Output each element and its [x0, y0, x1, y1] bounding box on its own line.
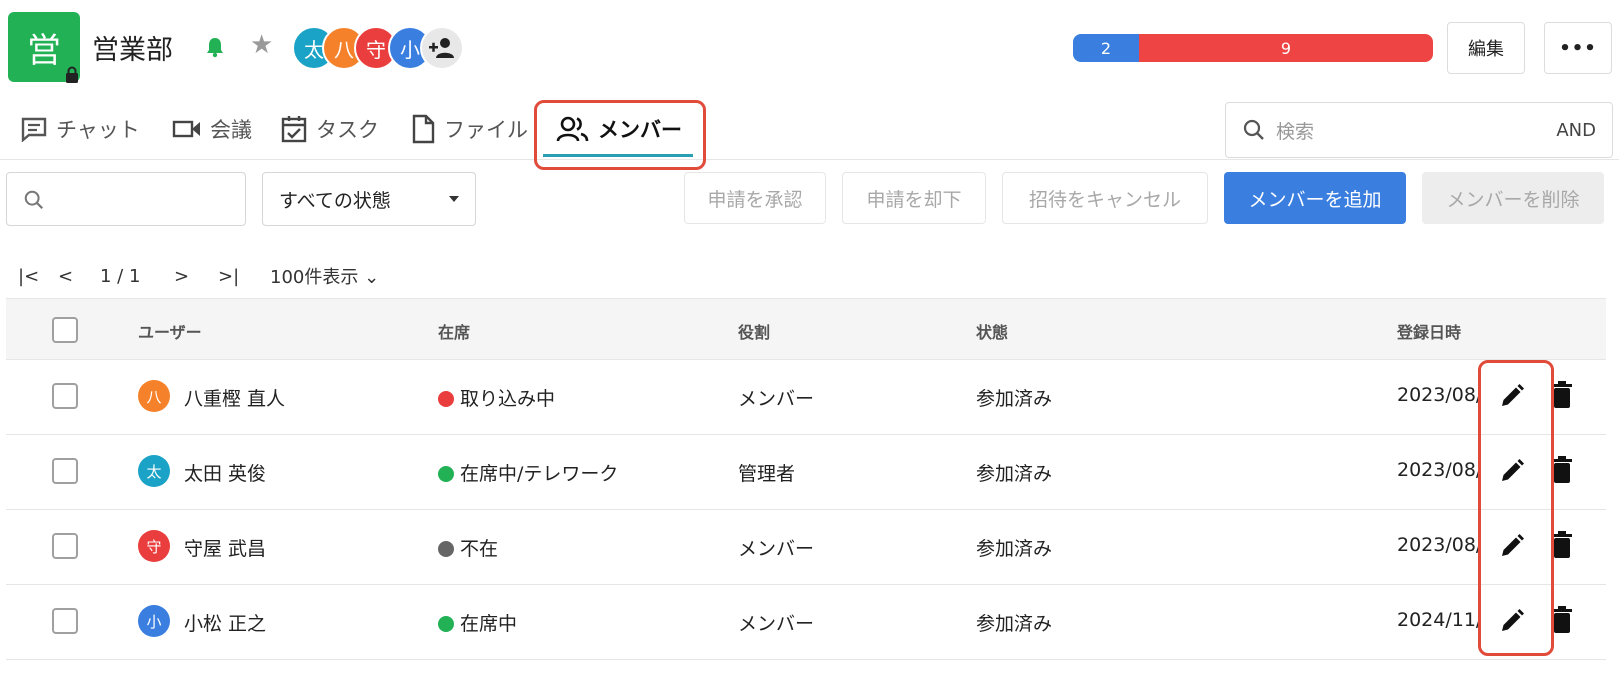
- last-page-button[interactable]: >|: [218, 266, 270, 287]
- tab-highlight-box: [534, 100, 706, 170]
- column-header-user[interactable]: ユーザー: [138, 319, 202, 343]
- remove-member-button[interactable]: メンバーを削除: [1422, 172, 1604, 224]
- action-column-highlight-box: [1478, 360, 1554, 656]
- table-row[interactable]: 小 小松 正之 在席中 メンバー 参加済み 2024/11/: [6, 585, 1606, 660]
- tabs-divider: [0, 159, 1619, 160]
- role-cell: メンバー: [738, 613, 815, 635]
- role-cell: メンバー: [738, 388, 815, 410]
- approve-request-button[interactable]: 申請を承認: [684, 172, 826, 224]
- cancel-invite-button[interactable]: 招待をキャンセル: [1002, 172, 1208, 224]
- trash-icon[interactable]: [1551, 380, 1573, 410]
- next-page-button[interactable]: >: [174, 266, 218, 287]
- avatar: 太: [138, 455, 170, 487]
- column-header-registered[interactable]: 登録日時: [1397, 319, 1461, 343]
- search-icon: [24, 190, 44, 210]
- table-header: ユーザー 在席 役割 状態 登録日時: [6, 298, 1606, 360]
- member-count-bar: 2 9: [1073, 34, 1433, 62]
- row-checkbox[interactable]: [52, 608, 78, 634]
- status-filter-select[interactable]: すべての状態: [262, 172, 476, 226]
- search-icon: [1243, 119, 1264, 140]
- lock-icon: [66, 66, 78, 83]
- edit-button[interactable]: 編集: [1447, 22, 1525, 74]
- add-member-button[interactable]: メンバーを追加: [1224, 172, 1406, 224]
- column-header-role[interactable]: 役割: [738, 319, 770, 343]
- column-header-status[interactable]: 状態: [976, 319, 1008, 343]
- user-name: 小松 正之: [184, 613, 267, 635]
- progress-red-segment: 9: [1139, 34, 1433, 62]
- presence-dot: [438, 466, 454, 482]
- table-row[interactable]: 八 八重樫 直人 取り込み中 メンバー 参加済み 2023/08/0: [6, 360, 1606, 435]
- search-placeholder: 検索: [1276, 120, 1315, 143]
- table-row[interactable]: 守 守屋 武昌 不在 メンバー 参加済み 2023/08/0: [6, 510, 1606, 585]
- chevron-down-icon: [449, 196, 459, 202]
- registered-date: 2023/08/0: [1397, 534, 1481, 556]
- chevron-down-icon: ⌄: [364, 267, 380, 288]
- calendar-check-icon: [281, 116, 307, 143]
- add-person-icon[interactable]: [420, 26, 464, 70]
- room-title: 営業部: [92, 35, 173, 66]
- table-row[interactable]: 太 太田 英俊 在席中/テレワーク 管理者 参加済み 2023/08/0: [6, 435, 1606, 510]
- row-checkbox[interactable]: [52, 383, 78, 409]
- user-name: 八重樫 直人: [184, 388, 286, 410]
- presence-cell: 在席中: [438, 609, 517, 636]
- trash-icon[interactable]: [1551, 530, 1573, 560]
- progress-blue-segment: 2: [1073, 34, 1139, 62]
- video-icon: [172, 120, 200, 138]
- row-checkbox[interactable]: [52, 458, 78, 484]
- trash-icon[interactable]: [1551, 455, 1573, 485]
- select-all-checkbox[interactable]: [52, 317, 78, 343]
- prev-page-button[interactable]: <: [58, 266, 100, 287]
- star-icon[interactable]: ★: [250, 32, 273, 58]
- presence-dot: [438, 541, 454, 557]
- page-indicator: 1 / 1: [100, 265, 141, 287]
- tab-chat[interactable]: チャット: [20, 112, 140, 146]
- registered-date: 2023/08/0: [1397, 384, 1481, 406]
- role-cell: 管理者: [738, 463, 796, 485]
- tab-task[interactable]: タスク: [280, 112, 379, 146]
- user-name: 太田 英俊: [184, 463, 267, 485]
- room-header: 営 営業部 ★ 太 八 守 小 2 9 編集 •••: [0, 0, 1619, 96]
- presence-cell: 不在: [438, 534, 498, 561]
- column-header-presence[interactable]: 在席: [438, 319, 470, 343]
- row-checkbox[interactable]: [52, 533, 78, 559]
- file-icon: [412, 114, 435, 144]
- registered-date: 2023/08/0: [1397, 459, 1481, 481]
- user-name: 守屋 武昌: [184, 538, 267, 560]
- avatar: 小: [138, 605, 170, 637]
- search-mode[interactable]: AND: [1556, 120, 1596, 141]
- avatar: 守: [138, 530, 170, 562]
- per-page-select[interactable]: 100件表示 ⌄: [270, 263, 379, 289]
- first-page-button[interactable]: |<: [18, 266, 58, 287]
- search-input[interactable]: 検索 AND: [1225, 102, 1613, 158]
- status-cell: 参加済み: [976, 613, 1053, 635]
- presence-dot: [438, 391, 454, 407]
- presence-cell: 取り込み中: [438, 384, 555, 411]
- status-cell: 参加済み: [976, 463, 1053, 485]
- more-button[interactable]: •••: [1544, 22, 1612, 74]
- role-cell: メンバー: [738, 538, 815, 560]
- avatar: 八: [138, 380, 170, 412]
- tab-meeting[interactable]: 会議: [172, 112, 252, 146]
- registered-date: 2024/11/: [1397, 609, 1481, 631]
- presence-cell: 在席中/テレワーク: [438, 459, 618, 486]
- reject-request-button[interactable]: 申請を却下: [842, 172, 986, 224]
- bell-icon[interactable]: [205, 36, 225, 58]
- status-cell: 参加済み: [976, 538, 1053, 560]
- pagination: |< < 1 / 1 > >| 100件表示 ⌄: [18, 262, 379, 290]
- member-filter-input[interactable]: [6, 172, 246, 226]
- tab-file[interactable]: ファイル: [410, 112, 528, 146]
- presence-dot: [438, 616, 454, 632]
- trash-icon[interactable]: [1551, 605, 1573, 635]
- status-cell: 参加済み: [976, 388, 1053, 410]
- chat-icon: [21, 117, 47, 142]
